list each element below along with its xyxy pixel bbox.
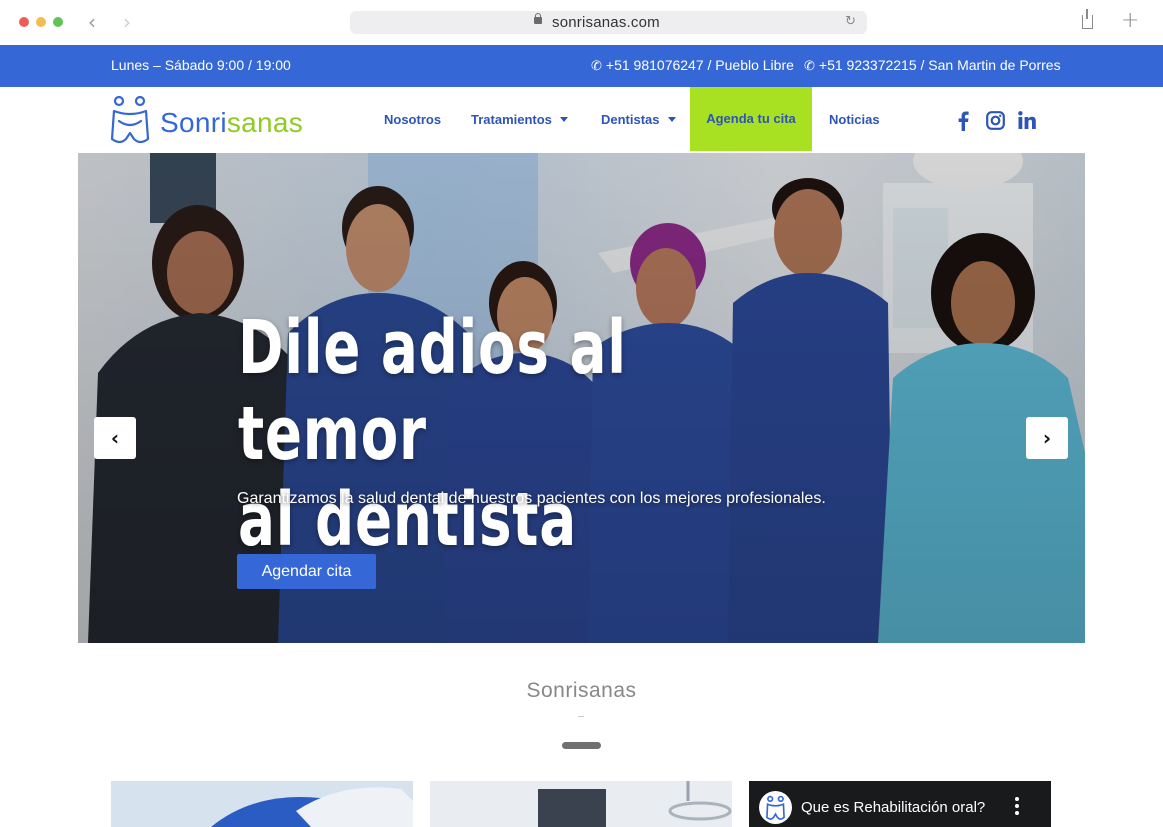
nav-nosotros[interactable]: Nosotros: [384, 112, 441, 127]
card-photo: [111, 781, 413, 827]
lock-icon: [534, 13, 542, 24]
opening-hours: Lunes – Sábado 9:00 / 19:00: [111, 57, 291, 73]
nav-agenda-tu-cita[interactable]: Agenda tu cita: [690, 87, 812, 151]
nav-tratamientos[interactable]: Tratamientos: [471, 112, 568, 127]
agendar-cita-button[interactable]: Agendar cita: [237, 554, 376, 589]
phone-pueblo-libre[interactable]: ✆ +51 981076247 / Pueblo Libre: [591, 57, 794, 74]
top-info-bar: Lunes – Sábado 9:00 / 19:00 ✆ +51 9810762…: [0, 45, 1163, 87]
hero-slider: Dile adios al temor al dentista Garantiz…: [78, 153, 1085, 643]
reload-icon[interactable]: ↻: [845, 14, 856, 29]
chevron-left-icon[interactable]: ‹: [88, 10, 96, 34]
hero-title-line1: Dile adios al temor: [238, 305, 627, 477]
instagram-icon[interactable]: [986, 111, 1005, 130]
close-window-button[interactable]: [19, 17, 29, 27]
url-text: sonrisanas.com: [552, 14, 660, 31]
treatment-card-image[interactable]: [111, 781, 413, 827]
share-icon[interactable]: [1082, 9, 1093, 29]
section-divider: [578, 716, 584, 717]
phone-san-martin[interactable]: ✆ +51 923372215 / San Martin de Porres: [804, 57, 1061, 74]
browser-chrome: ‹ › sonrisanas.com ↻ +: [0, 0, 1163, 45]
minimize-window-button[interactable]: [36, 17, 46, 27]
video-card[interactable]: Que es Rehabilitación oral?: [749, 781, 1051, 827]
facebook-icon[interactable]: [957, 111, 969, 131]
treatment-card-image[interactable]: [430, 781, 732, 827]
phone-icon: ✆: [804, 59, 815, 74]
new-tab-icon[interactable]: +: [1121, 8, 1139, 33]
phone-pueblo-libre-text: +51 981076247 / Pueblo Libre: [605, 57, 794, 73]
phone-icon: ✆: [591, 59, 602, 74]
chevron-right-icon: ›: [1042, 426, 1052, 450]
nav-dentistas[interactable]: Dentistas: [601, 112, 676, 127]
nav-dentistas-label: Dentistas: [601, 112, 660, 127]
nav-tratamientos-label: Tratamientos: [471, 112, 552, 127]
caret-down-icon: [559, 117, 568, 122]
slider-prev-button[interactable]: ‹: [94, 417, 136, 459]
section-title: Sonrisanas: [526, 679, 637, 702]
hero-title: Dile adios al temor al dentista: [238, 305, 697, 563]
video-title[interactable]: Que es Rehabilitación oral?: [801, 799, 985, 816]
brand-logo-text[interactable]: Sonrisanas: [160, 107, 303, 139]
tooth-logo-icon: [766, 795, 785, 820]
slider-next-button[interactable]: ›: [1026, 417, 1068, 459]
nav-noticias[interactable]: Noticias: [829, 112, 880, 127]
tooth-logo-icon[interactable]: [110, 95, 150, 145]
channel-avatar[interactable]: [759, 791, 792, 824]
card-photo: [430, 781, 732, 827]
logo-text-part1: Sonri: [160, 107, 227, 138]
hero-subtitle: Garantizamos la salud dental de nuestros…: [237, 490, 826, 507]
phone-san-martin-text: +51 923372215 / San Martin de Porres: [818, 57, 1061, 73]
more-vert-icon[interactable]: [1015, 797, 1019, 815]
caret-down-icon: [667, 117, 676, 122]
logo-text-part2: sanas: [226, 107, 304, 138]
linkedin-icon[interactable]: [1018, 111, 1036, 129]
chevron-right-icon[interactable]: ›: [123, 10, 131, 34]
section-divider-bar: [562, 742, 601, 749]
chevron-left-icon: ‹: [110, 426, 120, 450]
maximize-window-button[interactable]: [53, 17, 63, 27]
address-bar[interactable]: sonrisanas.com ↻: [350, 11, 867, 34]
site-header: Sonrisanas Nosotros Tratamientos Dentist…: [0, 87, 1163, 153]
